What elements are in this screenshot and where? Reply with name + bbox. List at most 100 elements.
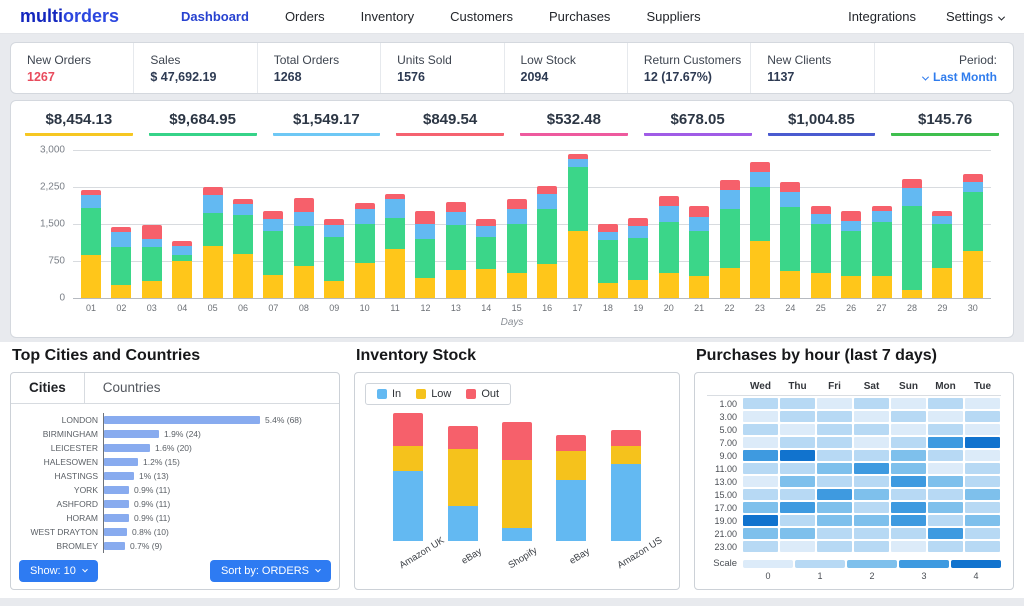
heat-cell[interactable]: [743, 463, 778, 474]
heat-cell[interactable]: [817, 437, 852, 448]
heat-cell[interactable]: [891, 424, 926, 435]
sort-by-button[interactable]: Sort by: ORDERS: [210, 560, 331, 582]
bar-day-14[interactable]: [476, 219, 496, 298]
bar-day-20[interactable]: [659, 196, 679, 298]
city-bar[interactable]: [104, 458, 138, 466]
city-bar[interactable]: [104, 486, 129, 494]
heat-cell[interactable]: [854, 476, 889, 487]
heat-cell[interactable]: [817, 424, 852, 435]
nav-item-suppliers[interactable]: Suppliers: [646, 9, 700, 24]
nav-item-purchases[interactable]: Purchases: [549, 9, 610, 24]
bar-day-07[interactable]: [263, 211, 283, 298]
inventory-bar-ebay-3[interactable]: eBay: [556, 413, 586, 541]
heat-cell[interactable]: [780, 502, 815, 513]
nav-item-inventory[interactable]: Inventory: [361, 9, 414, 24]
heat-cell[interactable]: [743, 424, 778, 435]
bar-day-04[interactable]: [172, 241, 192, 298]
bar-day-18[interactable]: [598, 224, 618, 298]
heat-cell[interactable]: [780, 398, 815, 409]
heat-cell[interactable]: [780, 437, 815, 448]
inventory-bar-amazon-us-4[interactable]: Amazon US: [611, 413, 641, 541]
bar-day-13[interactable]: [446, 202, 466, 298]
bar-day-28[interactable]: [902, 179, 922, 298]
heat-cell[interactable]: [891, 528, 926, 539]
heat-cell[interactable]: [965, 450, 1000, 461]
bar-day-16[interactable]: [537, 186, 557, 298]
heat-cell[interactable]: [965, 489, 1000, 500]
heat-cell[interactable]: [965, 541, 1000, 552]
heat-cell[interactable]: [928, 411, 963, 422]
city-bar[interactable]: [104, 542, 125, 550]
city-bar[interactable]: [104, 444, 150, 452]
heat-cell[interactable]: [891, 398, 926, 409]
heat-cell[interactable]: [891, 515, 926, 526]
heat-cell[interactable]: [780, 528, 815, 539]
heat-cell[interactable]: [965, 476, 1000, 487]
bar-day-02[interactable]: [111, 227, 131, 298]
heat-cell[interactable]: [817, 489, 852, 500]
bar-day-05[interactable]: [203, 187, 223, 298]
heat-cell[interactable]: [928, 398, 963, 409]
bar-day-30[interactable]: [963, 174, 983, 298]
heat-cell[interactable]: [891, 437, 926, 448]
bar-day-03[interactable]: [142, 225, 162, 298]
heat-cell[interactable]: [965, 502, 1000, 513]
heat-cell[interactable]: [891, 489, 926, 500]
heat-cell[interactable]: [928, 541, 963, 552]
city-bar[interactable]: [104, 430, 159, 438]
bar-day-06[interactable]: [233, 199, 253, 298]
tab-countries[interactable]: Countries: [85, 373, 179, 403]
heat-cell[interactable]: [743, 398, 778, 409]
bar-day-12[interactable]: [415, 211, 435, 298]
heat-cell[interactable]: [780, 489, 815, 500]
heat-cell[interactable]: [817, 450, 852, 461]
heat-cell[interactable]: [817, 502, 852, 513]
heat-cell[interactable]: [817, 398, 852, 409]
heat-cell[interactable]: [854, 424, 889, 435]
heat-cell[interactable]: [743, 515, 778, 526]
heat-cell[interactable]: [743, 528, 778, 539]
heat-cell[interactable]: [854, 541, 889, 552]
heat-cell[interactable]: [817, 541, 852, 552]
heat-cell[interactable]: [854, 398, 889, 409]
inventory-bar-amazon-uk-0[interactable]: Amazon UK: [393, 413, 423, 541]
heat-cell[interactable]: [780, 450, 815, 461]
city-bar[interactable]: [104, 416, 260, 424]
bar-day-17[interactable]: [568, 154, 588, 298]
heat-cell[interactable]: [928, 489, 963, 500]
period-selector[interactable]: Period:Last Month: [874, 43, 1013, 93]
heat-cell[interactable]: [965, 463, 1000, 474]
heat-cell[interactable]: [743, 541, 778, 552]
heat-cell[interactable]: [854, 489, 889, 500]
heat-cell[interactable]: [780, 411, 815, 422]
heat-cell[interactable]: [780, 541, 815, 552]
heat-cell[interactable]: [854, 515, 889, 526]
inventory-bar-ebay-1[interactable]: eBay: [448, 413, 478, 541]
bar-day-10[interactable]: [355, 203, 375, 298]
heat-cell[interactable]: [965, 398, 1000, 409]
bar-day-27[interactable]: [872, 206, 892, 298]
heat-cell[interactable]: [817, 463, 852, 474]
city-bar[interactable]: [104, 500, 129, 508]
heat-cell[interactable]: [817, 476, 852, 487]
city-bar[interactable]: [104, 528, 127, 536]
heat-cell[interactable]: [780, 476, 815, 487]
heat-cell[interactable]: [928, 463, 963, 474]
heat-cell[interactable]: [854, 411, 889, 422]
heat-cell[interactable]: [854, 463, 889, 474]
bar-day-21[interactable]: [689, 206, 709, 298]
heat-cell[interactable]: [891, 541, 926, 552]
nav-item-customers[interactable]: Customers: [450, 9, 513, 24]
heat-cell[interactable]: [965, 411, 1000, 422]
nav-item-settings[interactable]: Settings: [946, 9, 1004, 24]
tab-cities[interactable]: Cities: [11, 373, 85, 403]
nav-item-orders[interactable]: Orders: [285, 9, 325, 24]
heat-cell[interactable]: [854, 437, 889, 448]
heat-cell[interactable]: [780, 515, 815, 526]
heat-cell[interactable]: [965, 515, 1000, 526]
heat-cell[interactable]: [743, 411, 778, 422]
bar-day-23[interactable]: [750, 162, 770, 298]
city-bar[interactable]: [104, 514, 129, 522]
period-value[interactable]: Last Month: [923, 70, 997, 84]
show-count-button[interactable]: Show: 10: [19, 560, 98, 582]
